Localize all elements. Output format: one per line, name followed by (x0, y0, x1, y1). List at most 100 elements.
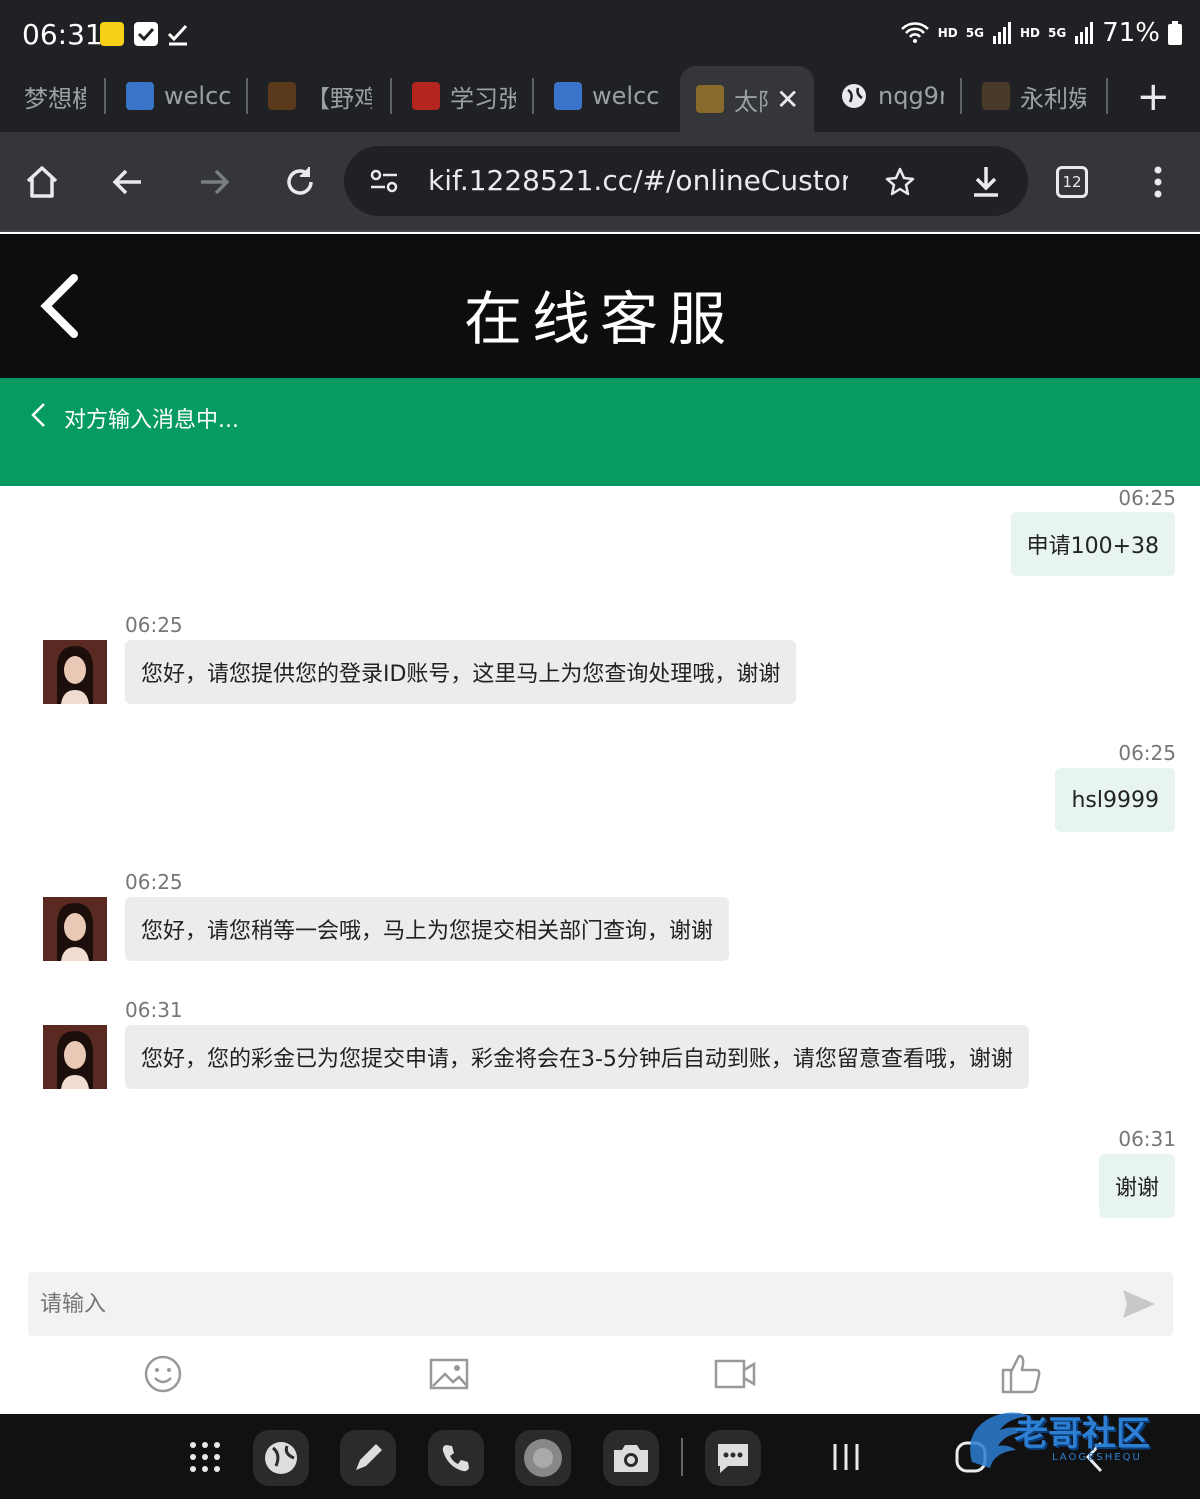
menu-button[interactable] (1130, 154, 1186, 210)
battery-percent: 71% (1102, 18, 1160, 48)
hd-label: HD (937, 26, 958, 40)
tab-strip: 梦想模 welcc 【野鸡 学习张 welcc 太阳 ✕ nqg9r 永利娱 + (0, 66, 1200, 132)
hd-label: HD (1019, 26, 1040, 40)
incoming-message: 您好，请您提供您的登录ID账号，这里马上为您查询处理哦，谢谢 (125, 640, 797, 704)
address-bar[interactable]: kif.1228521.cc/#/onlineCustome (344, 146, 1028, 216)
site-favicon-icon (554, 82, 582, 110)
camera-app-icon[interactable] (603, 1430, 659, 1486)
download-icon[interactable] (970, 164, 1002, 198)
dock-divider (681, 1438, 683, 1476)
watermark-logo: 老哥社区 LAOGESHEQU (962, 1398, 1192, 1478)
clock: 06:31 (22, 18, 103, 51)
tab-label: 【野鸡 (306, 84, 372, 113)
chat-messages: 06:25 申请100+38 06:25 您好，请您提供您的登录ID账号，这里马… (0, 486, 1200, 1258)
message-time: 06:25 (1118, 741, 1176, 765)
wifi-icon (900, 22, 929, 43)
tab-divider (532, 78, 534, 114)
network-label: 5G (965, 26, 984, 40)
signal-icon (992, 22, 1011, 44)
browser-tab-active[interactable]: 太阳 ✕ (680, 66, 814, 132)
site-favicon-icon (982, 82, 1010, 110)
watermark-subtext: LAOGESHEQU (1052, 1452, 1142, 1463)
tab-divider (1106, 78, 1108, 114)
app-header: 在线客服 (0, 234, 1200, 378)
agent-avatar (43, 1025, 107, 1089)
outgoing-message: 谢谢 (1098, 1154, 1175, 1218)
browser-tab[interactable]: 梦想模 (24, 66, 86, 126)
outgoing-message: hsl9999 (1055, 768, 1175, 832)
tab-label: 梦想模 (24, 84, 86, 113)
site-favicon-icon (696, 85, 724, 113)
gallery-app-icon[interactable] (515, 1430, 571, 1486)
message-time: 06:25 (125, 613, 183, 637)
bookmark-star-icon[interactable] (884, 166, 916, 198)
chat-status-bar: 对方输入消息中... (0, 378, 1200, 486)
browser-toolbar: kif.1228521.cc/#/onlineCustome 12 (0, 132, 1200, 232)
arrow-right-icon (201, 169, 230, 195)
check-notification-icon (166, 22, 190, 46)
battery-icon (1168, 21, 1182, 45)
messages-app-icon[interactable] (705, 1430, 761, 1486)
app-notification-icon (100, 22, 124, 46)
image-icon[interactable] (427, 1352, 471, 1396)
site-favicon-icon (126, 82, 154, 110)
browser-tab[interactable]: nqg9r (840, 66, 944, 126)
message-time: 06:25 (1118, 486, 1176, 510)
browser-tab[interactable]: welcc (126, 66, 230, 126)
home-icon (26, 166, 58, 198)
browser-tab[interactable]: 【野鸡 (268, 66, 372, 126)
home-button[interactable] (14, 154, 70, 210)
chevron-left-icon[interactable] (30, 402, 46, 428)
message-composer (28, 1272, 1173, 1336)
tab-divider (104, 78, 106, 114)
page-title: 在线客服 (463, 285, 736, 353)
new-tab-button[interactable]: + (1136, 74, 1170, 120)
tab-divider (390, 78, 392, 114)
tab-label: 学习张 (450, 84, 516, 113)
apps-grid-icon[interactable] (188, 1440, 222, 1474)
agent-avatar (43, 640, 107, 704)
browser-tab[interactable]: 永利娱 (982, 66, 1086, 126)
forward-button[interactable] (186, 154, 242, 210)
thumbs-up-icon[interactable] (999, 1352, 1043, 1396)
send-icon[interactable] (1121, 1286, 1157, 1322)
reload-button[interactable] (272, 154, 328, 210)
message-time: 06:25 (125, 870, 183, 894)
phone-app-icon[interactable] (428, 1430, 484, 1486)
tab-divider (960, 78, 962, 114)
system-indicators: HD 5G HD 5G 71% (900, 18, 1182, 48)
typing-indicator: 对方输入消息中... (64, 408, 239, 433)
outgoing-message: 申请100+38 (1010, 512, 1175, 576)
agent-avatar (43, 897, 107, 961)
site-settings-icon[interactable] (368, 168, 400, 194)
tab-label: welcc (164, 82, 230, 110)
incoming-message: 您好，请您稍等一会哦，马上为您提交相关部门查询，谢谢 (125, 897, 730, 961)
notes-app-icon[interactable] (340, 1430, 396, 1486)
tab-label: 永利娱 (1020, 84, 1086, 113)
url-text[interactable]: kif.1228521.cc/#/onlineCustome (428, 164, 848, 197)
status-bar: 06:31 HD 5G HD 5G 71% (0, 0, 1200, 66)
close-tab-icon[interactable]: ✕ (776, 83, 799, 116)
back-button[interactable] (100, 154, 156, 210)
incoming-message: 您好，您的彩金已为您提交申请，彩金将会在3-5分钟后自动到账，请您留意查看哦，谢… (125, 1025, 1029, 1089)
more-vert-icon (1154, 166, 1162, 198)
site-favicon-icon (268, 82, 296, 110)
reload-icon (287, 167, 313, 195)
checkbox-notification-icon (134, 22, 158, 46)
browser-app-icon[interactable] (253, 1430, 309, 1486)
tab-label: 太阳 (734, 87, 768, 116)
message-time: 06:31 (125, 998, 183, 1022)
browser-tab[interactable]: welcc (554, 66, 658, 126)
recents-icon[interactable] (832, 1442, 860, 1472)
globe-icon (842, 84, 866, 108)
tab-switcher-button[interactable]: 12 (1044, 154, 1100, 210)
emoji-icon[interactable] (141, 1352, 185, 1396)
browser-tab[interactable]: 学习张 (412, 66, 516, 126)
network-label: 5G (1048, 26, 1067, 40)
message-time: 06:31 (1118, 1127, 1176, 1151)
message-input[interactable] (28, 1272, 1088, 1336)
tab-divider (246, 78, 248, 114)
signal-icon (1075, 22, 1094, 44)
video-icon[interactable] (713, 1352, 757, 1396)
site-favicon-icon (412, 82, 440, 110)
